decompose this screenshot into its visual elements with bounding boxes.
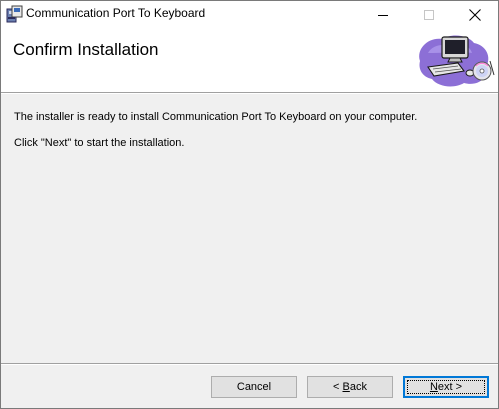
back-button-prefix: < <box>333 381 343 393</box>
maximize-icon <box>424 10 434 20</box>
minimize-icon <box>378 15 388 16</box>
window-title: Communication Port To Keyboard <box>26 6 206 20</box>
computer-with-disc-icon <box>414 31 496 90</box>
banner-divider-highlight <box>1 93 498 94</box>
close-button[interactable] <box>452 1 498 29</box>
back-button-accelerator: B <box>342 381 350 393</box>
title-bar[interactable]: Communication Port To Keyboard <box>1 1 498 29</box>
back-button[interactable]: < Back <box>307 376 393 398</box>
header-banner: Confirm Installation <box>1 29 498 92</box>
ready-message: The installer is ready to install Commun… <box>14 111 418 123</box>
next-button[interactable]: Next > <box>403 376 489 398</box>
minimize-button[interactable] <box>360 1 406 29</box>
cancel-button-label: Cancel <box>236 381 272 393</box>
footer-divider-highlight <box>1 364 498 365</box>
installer-window: Communication Port To Keyboard Confirm I… <box>0 0 499 409</box>
maximize-button[interactable] <box>406 1 452 29</box>
page-title: Confirm Installation <box>13 40 159 59</box>
cancel-button[interactable]: Cancel <box>211 376 297 398</box>
instruction-message: Click "Next" to start the installation. <box>14 137 185 149</box>
back-button-label-rest: ack <box>349 381 367 393</box>
close-icon <box>469 9 481 21</box>
focus-rectangle <box>407 380 485 394</box>
installer-package-icon <box>6 5 23 23</box>
